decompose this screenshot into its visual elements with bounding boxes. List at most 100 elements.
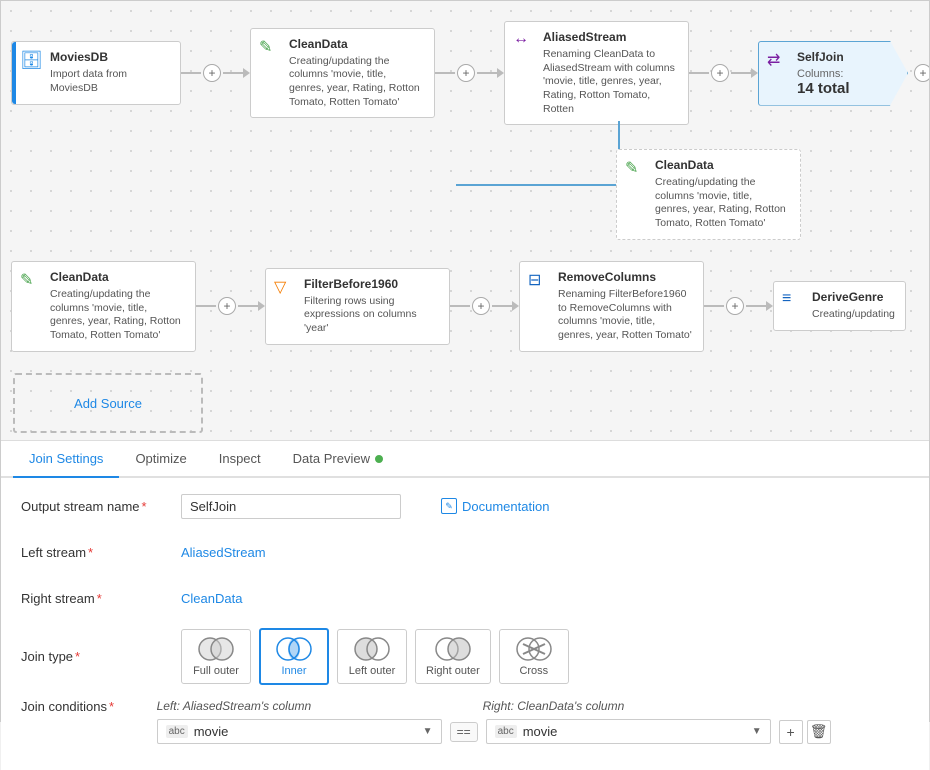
add-delete-btns: + 🗑 (779, 720, 831, 744)
data-preview-dot (375, 455, 383, 463)
node-filterbefore1960-desc: Filtering rows using expressions on colu… (304, 295, 439, 336)
left-column-value: movie (194, 724, 229, 739)
conditions-row: abc movie ▼ == (157, 719, 909, 744)
node-moviesdb-title: MoviesDB (50, 50, 170, 64)
node-cleandata-branch[interactable]: ✎ CleanData Creating/updating the column… (616, 149, 801, 240)
node-aliasedstream-desc: Renaming CleanData to AliasedStream with… (543, 48, 678, 116)
join-conditions-label: Join conditions* (21, 699, 157, 714)
node-removecolumns[interactable]: ⊟ RemoveColumns Renaming FilterBefore196… (519, 261, 704, 352)
add-condition-btn[interactable]: + (779, 720, 803, 744)
plus-btn-2[interactable]: + (457, 64, 475, 82)
canvas-area: 🗄 MoviesDB Import data from MoviesDB + ✎ (1, 1, 929, 441)
inner-icon (275, 636, 313, 662)
connector-3: + (689, 64, 758, 82)
join-type-row: Join type* Full outer (21, 628, 909, 685)
node-cleandata1[interactable]: ✎ CleanData Creating/updating the column… (250, 28, 435, 119)
plus-btn-r3-1[interactable]: + (218, 297, 236, 315)
connector-r3-2: + (450, 297, 519, 315)
derive-icon: ≡ (782, 290, 791, 307)
full-outer-icon (197, 636, 235, 662)
left-stream-row: Left stream* AliasedStream (21, 536, 909, 568)
node-cleandata-branch-title: CleanData (655, 158, 790, 172)
db-icon: 🗄 (20, 50, 43, 70)
delete-condition-btn[interactable]: 🗑 (807, 720, 831, 744)
node-derivegenre-desc: Creating/updating (812, 308, 895, 322)
node-cleandata3-desc: Creating/updating the columns 'movie, ti… (50, 288, 185, 343)
node-derivegenre-title: DeriveGenre (812, 290, 895, 304)
alias-icon: ↔ (513, 30, 529, 47)
right-column-dropdown[interactable]: abc movie ▼ (486, 719, 771, 744)
remove-icon: ⊟ (528, 272, 541, 289)
clean-icon-branch: ✎ (625, 160, 638, 177)
plus-btn-1[interactable]: + (203, 64, 221, 82)
plus-btn-4[interactable]: + (914, 64, 929, 82)
left-dropdown-arrow: ▼ (423, 726, 433, 737)
left-stream-value[interactable]: AliasedStream (181, 545, 266, 560)
plus-btn-r3-3[interactable]: + (726, 297, 744, 315)
form-area: Output stream name* ✎ Documentation Left… (1, 478, 929, 770)
connector-1: + (181, 64, 250, 82)
left-column-header: Left: AliasedStream's column (157, 699, 437, 713)
node-cleandata3[interactable]: ✎ CleanData Creating/updating the column… (11, 261, 196, 352)
connector-r3-1: + (196, 297, 265, 315)
right-stream-value[interactable]: CleanData (181, 591, 242, 606)
right-abc-badge: abc (495, 725, 517, 738)
selfjoin-icon: ⇄ (767, 52, 780, 69)
pipeline-row-1: 🗄 MoviesDB Import data from MoviesDB + ✎ (11, 21, 929, 125)
join-btn-full-outer[interactable]: Full outer (181, 629, 251, 684)
node-removecolumns-desc: Renaming FilterBefore1960 to RemoveColum… (558, 288, 693, 343)
add-source-box[interactable]: Add Source (13, 373, 203, 433)
join-btn-right-outer[interactable]: Right outer (415, 629, 491, 684)
left-column-dropdown[interactable]: abc movie ▼ (157, 719, 442, 744)
selfjoin-columns-label: Columns: (797, 68, 879, 80)
left-abc-badge: abc (166, 725, 188, 738)
pipeline-row-branch: ✎ CleanData Creating/updating the column… (456, 149, 801, 240)
plus-btn-r3-2[interactable]: + (472, 297, 490, 315)
add-source-label: Add Source (74, 396, 142, 411)
node-aliasedstream[interactable]: ↔ AliasedStream Renaming CleanData to Al… (504, 21, 689, 125)
node-cleandata3-title: CleanData (50, 270, 185, 284)
join-btn-inner[interactable]: Inner (259, 628, 329, 685)
join-type-label: Join type* (21, 649, 181, 664)
selfjoin-columns-count: 14 total (797, 80, 879, 97)
node-removecolumns-title: RemoveColumns (558, 270, 693, 284)
required-star-1: * (142, 499, 147, 514)
required-star-2: * (88, 545, 93, 560)
node-filterbefore1960[interactable]: ▽ FilterBefore1960 Filtering rows using … (265, 268, 450, 345)
join-type-group: Full outer Inner (181, 628, 569, 685)
required-star-4: * (75, 649, 80, 664)
node-selfjoin-title: SelfJoin (797, 50, 879, 64)
tab-optimize[interactable]: Optimize (119, 441, 202, 478)
right-stream-label: Right stream* (21, 591, 181, 606)
node-moviesdb-desc: Import data from MoviesDB (50, 68, 170, 95)
tab-join-settings[interactable]: Join Settings (13, 441, 119, 478)
clean-icon-1: ✎ (259, 39, 272, 56)
node-moviesdb[interactable]: 🗄 MoviesDB Import data from MoviesDB (11, 41, 181, 104)
join-btn-left-outer[interactable]: Left outer (337, 629, 407, 684)
left-outer-icon (353, 636, 391, 662)
node-derivegenre[interactable]: ≡ DeriveGenre Creating/updating (773, 281, 906, 331)
cross-icon (515, 636, 553, 662)
equals-badge: == (450, 722, 478, 742)
right-dropdown-arrow: ▼ (752, 726, 762, 737)
right-outer-icon (434, 636, 472, 662)
node-aliasedstream-title: AliasedStream (543, 30, 678, 44)
left-stream-label: Left stream* (21, 545, 181, 560)
plus-btn-3[interactable]: + (711, 64, 729, 82)
required-star-5: * (109, 699, 114, 714)
node-cleandata1-title: CleanData (289, 37, 424, 51)
tab-inspect[interactable]: Inspect (203, 441, 277, 478)
right-column-value: movie (523, 724, 558, 739)
tabs-bar: Join Settings Optimize Inspect Data Prev… (1, 441, 929, 478)
node-selfjoin[interactable]: ⇄ SelfJoin Columns: 14 total (758, 41, 908, 106)
bottom-panel: Join Settings Optimize Inspect Data Prev… (1, 441, 929, 770)
node-cleandata-branch-desc: Creating/updating the columns 'movie, ti… (655, 176, 790, 231)
right-stream-row: Right stream* CleanData (21, 582, 909, 614)
connector-r3-3: + (704, 297, 773, 315)
output-stream-label: Output stream name* (21, 499, 181, 514)
output-stream-input[interactable] (181, 494, 401, 519)
tab-data-preview[interactable]: Data Preview (277, 441, 399, 478)
join-btn-cross[interactable]: Cross (499, 629, 569, 684)
right-column-header: Right: CleanData's column (483, 699, 763, 713)
documentation-link[interactable]: ✎ Documentation (441, 498, 549, 514)
